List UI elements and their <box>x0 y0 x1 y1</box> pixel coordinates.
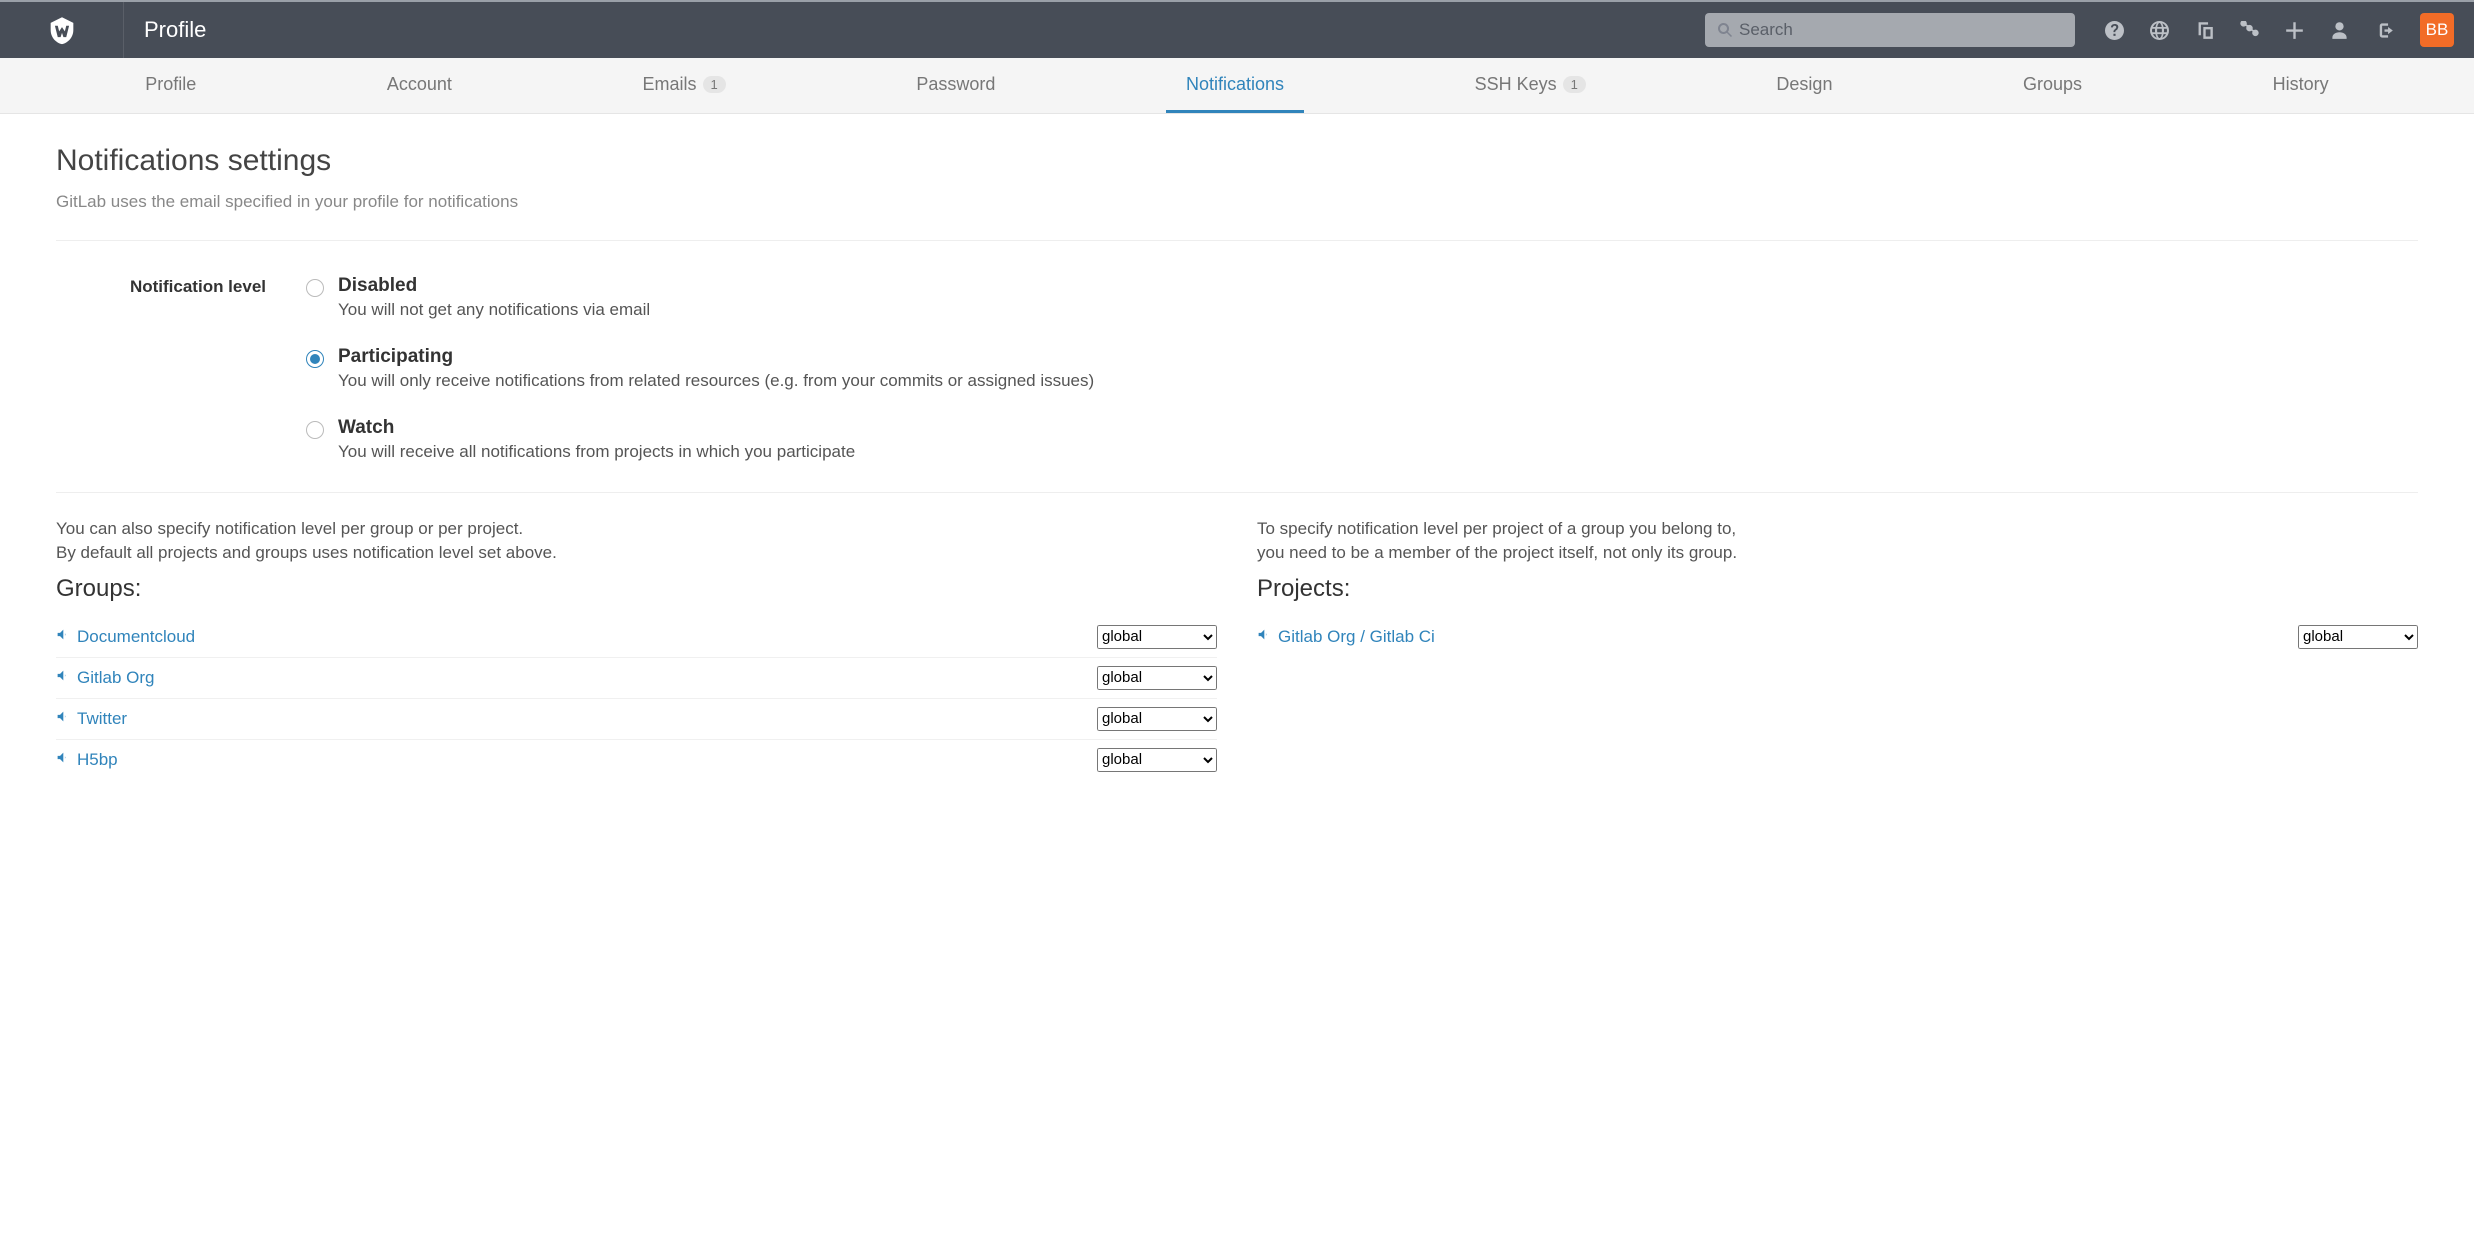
gitlab-logo-icon <box>45 13 79 47</box>
topbar: Profile BB <box>0 0 2474 58</box>
group-row: Gitlab Org global <box>56 658 1217 699</box>
group-level-select[interactable]: global <box>1097 625 1217 649</box>
tab-label: Design <box>1776 74 1832 95</box>
tab-groups[interactable]: Groups <box>2003 58 2102 113</box>
radio-participating[interactable] <box>306 350 324 368</box>
radio-disabled[interactable] <box>306 279 324 297</box>
projects-heading: Projects: <box>1257 575 2418 603</box>
option-title: Disabled <box>338 275 650 297</box>
project-link[interactable]: Gitlab Org / Gitlab Ci <box>1278 627 1435 647</box>
top-icons: BB <box>2095 13 2454 47</box>
search-icon <box>1717 22 1733 38</box>
avatar[interactable]: BB <box>2420 13 2454 47</box>
projects-intro-line2: you need to be a member of the project i… <box>1257 541 2418 565</box>
project-left: Gitlab Org / Gitlab Ci <box>1257 627 1435 647</box>
groups-intro-line1: You can also specify notification level … <box>56 517 1217 541</box>
group-row: H5bp global <box>56 740 1217 780</box>
tab-label: SSH Keys <box>1475 74 1557 95</box>
tab-password[interactable]: Password <box>896 58 1015 113</box>
volume-icon <box>56 628 69 646</box>
brand-title: Profile <box>124 17 206 43</box>
radio-watch[interactable] <box>306 421 324 439</box>
tab-label: Profile <box>145 74 196 95</box>
tabnav: Profile Account Emails 1 Password Notificatio… <box>0 58 2474 114</box>
level-option-disabled: Disabled You will not get any notificatio… <box>306 275 2418 320</box>
option-desc: You will not get any notifications via e… <box>338 300 650 320</box>
projects-list: Gitlab Org / Gitlab Ci global <box>1257 617 2418 657</box>
columns: You can also specify notification level … <box>56 493 2418 780</box>
group-link[interactable]: Twitter <box>77 709 127 729</box>
group-left: Documentcloud <box>56 627 195 647</box>
level-options: Disabled You will not get any notificatio… <box>306 275 2418 462</box>
plus-icon[interactable] <box>2285 21 2304 40</box>
groups-list: DocumentcloudglobalGitlab OrgglobalTwitt… <box>56 617 1217 780</box>
tab-emails[interactable]: Emails 1 <box>623 58 746 113</box>
projects-intro-line1: To specify notification level per projec… <box>1257 517 2418 541</box>
group-link[interactable]: Gitlab Org <box>77 668 154 688</box>
copy-icon[interactable] <box>2195 21 2214 40</box>
groups-column: You can also specify notification level … <box>56 517 1217 780</box>
user-icon[interactable] <box>2330 21 2349 40</box>
group-row: Documentcloud global <box>56 617 1217 658</box>
volume-icon <box>56 751 69 769</box>
tab-label: Notifications <box>1186 74 1284 95</box>
tab-label: Account <box>387 74 452 95</box>
tab-ssh-keys[interactable]: SSH Keys 1 <box>1455 58 1606 113</box>
search-wrap <box>1705 13 2075 47</box>
group-left: Twitter <box>56 709 127 729</box>
page-subtitle: GitLab uses the email specified in your … <box>56 192 2418 241</box>
option-title: Participating <box>338 346 1094 368</box>
notification-level-section: Notification level Disabled You will not … <box>56 241 2418 493</box>
help-icon[interactable] <box>2105 21 2124 40</box>
signout-icon[interactable] <box>2375 21 2394 40</box>
option-desc: You will only receive notifications from… <box>338 371 1094 391</box>
option-title: Watch <box>338 417 855 439</box>
group-row: Twitter global <box>56 699 1217 740</box>
option-desc: You will receive all notifications from … <box>338 442 855 462</box>
main: Notifications settings GitLab uses the e… <box>0 114 2474 820</box>
groups-intro: You can also specify notification level … <box>56 517 1217 565</box>
volume-icon <box>56 669 69 687</box>
settings-icon[interactable] <box>2240 21 2259 40</box>
groups-heading: Groups: <box>56 575 1217 603</box>
group-link[interactable]: Documentcloud <box>77 627 195 647</box>
group-level-select[interactable]: global <box>1097 748 1217 772</box>
page-title: Notifications settings <box>56 144 2418 178</box>
group-left: Gitlab Org <box>56 668 154 688</box>
tab-badge: 1 <box>1563 76 1586 93</box>
project-row: Gitlab Org / Gitlab Ci global <box>1257 617 2418 657</box>
projects-intro: To specify notification level per projec… <box>1257 517 2418 565</box>
tab-design[interactable]: Design <box>1756 58 1852 113</box>
tab-badge: 1 <box>703 76 726 93</box>
level-option-participating: Participating You will only receive notif… <box>306 346 2418 391</box>
groups-intro-line2: By default all projects and groups uses … <box>56 541 1217 565</box>
search-input[interactable] <box>1705 13 2075 47</box>
logo[interactable] <box>0 2 124 58</box>
group-level-select[interactable]: global <box>1097 707 1217 731</box>
tab-history[interactable]: History <box>2253 58 2349 113</box>
level-option-watch: Watch You will receive all notifications … <box>306 417 2418 462</box>
tab-account[interactable]: Account <box>367 58 472 113</box>
tab-notifications[interactable]: Notifications <box>1166 58 1304 113</box>
globe-icon[interactable] <box>2150 21 2169 40</box>
tab-label: History <box>2273 74 2329 95</box>
tab-label: Emails <box>643 74 697 95</box>
level-label: Notification level <box>56 275 306 462</box>
project-level-select[interactable]: global <box>2298 625 2418 649</box>
group-link[interactable]: H5bp <box>77 750 118 770</box>
tab-label: Password <box>916 74 995 95</box>
volume-icon <box>1257 628 1270 646</box>
volume-icon <box>56 710 69 728</box>
tab-profile[interactable]: Profile <box>125 58 216 113</box>
group-left: H5bp <box>56 750 118 770</box>
tab-label: Groups <box>2023 74 2082 95</box>
projects-column: To specify notification level per projec… <box>1257 517 2418 780</box>
group-level-select[interactable]: global <box>1097 666 1217 690</box>
